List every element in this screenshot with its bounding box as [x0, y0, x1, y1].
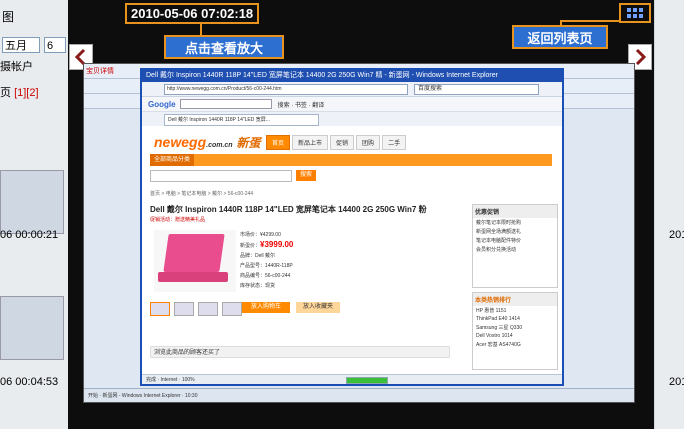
page-numbers[interactable]: [1][2]	[14, 87, 38, 99]
newegg-logo[interactable]: newegg.com.cn 新蛋	[154, 134, 260, 151]
product-price: ¥3999.00	[260, 240, 294, 249]
google-label: Google	[148, 99, 176, 109]
chevron-right-icon	[635, 49, 646, 65]
rank-item[interactable]: HP 惠普 1151	[473, 306, 557, 315]
background-time: 06 00:04:53	[0, 376, 59, 388]
site-search: 搜索	[150, 170, 552, 182]
page-nav: 页 [1][2]	[0, 84, 39, 100]
load-progress	[346, 377, 388, 384]
browser-tab[interactable]: Dell 戴尔 Inspiron 1440R 118P 14"LED 宽屏...	[164, 114, 319, 126]
timestamp-label: 2010-05-06 07:02:18	[125, 3, 260, 24]
site-nav-item[interactable]: 二手	[382, 135, 407, 150]
product-thumbnail[interactable]	[198, 302, 218, 316]
background-time: 06 00:00:21	[0, 229, 59, 241]
day-select[interactable]: 6	[44, 37, 66, 53]
site-search-input[interactable]	[150, 170, 292, 182]
page-label: 页	[0, 87, 11, 99]
add-to-cart-button[interactable]: 放入购物车	[242, 302, 290, 313]
toolbar-text: 搜索 · 书签 · 翻译	[277, 102, 325, 109]
google-toolbar: Google 搜索 · 书签 · 翻译	[142, 97, 562, 112]
zoom-hint-callout: 点击查看放大	[164, 35, 284, 59]
site-nav-item[interactable]: 促销	[330, 135, 355, 150]
product-title: Dell 戴尔 Inspiron 1440R 118P 14"LED 宽屏笔记本…	[150, 205, 427, 214]
background-right-panel: 201 201	[654, 0, 684, 429]
promo-box: 优惠促销 戴尔笔记本限时抢购 新蛋网全场满额送礼 笔记本电脑配件特价 会员积分兑…	[472, 204, 558, 288]
background-left-panel: 图 五月 6 摄帐户 页 [1][2] 06 00:00:21 06 00:04…	[0, 0, 69, 429]
promo-item[interactable]: 戴尔笔记本限时抢购	[473, 218, 557, 227]
month-select[interactable]: 五月	[2, 37, 40, 53]
callout-leader	[560, 20, 620, 22]
add-to-favorites-button[interactable]: 放入收藏夹	[296, 302, 340, 313]
site-nav-item[interactable]: 首页	[266, 135, 291, 150]
breadcrumb: 首页 > 电脑 > 笔记本电脑 > 戴尔 > 56-c00-244	[150, 191, 254, 197]
address-bar-row: http://www.newegg.com.cn/Product/56-c00-…	[142, 82, 562, 97]
product-thumbnail[interactable]	[174, 302, 194, 316]
category-bar: 全部商品分类	[150, 154, 552, 166]
rank-item[interactable]: Acer 宏基 AS4740G	[473, 340, 557, 349]
account-label: 摄帐户	[0, 61, 33, 73]
product-thumbnails	[150, 302, 246, 316]
browser-status-bar: 完成 · Internet · 100%	[142, 374, 562, 384]
product-thumbnail[interactable]	[150, 302, 170, 316]
grid-icon	[627, 8, 643, 18]
promo-item[interactable]: 会员积分兑换活动	[473, 245, 557, 254]
promo-item[interactable]: 笔记本电脑配件特价	[473, 236, 557, 245]
promo-item[interactable]: 新蛋网全场满额送礼	[473, 227, 557, 236]
back-to-list-button[interactable]	[619, 3, 651, 23]
browser-title: Dell 戴尔 Inspiron 1440R 118P 14"LED 宽屏笔记本…	[142, 70, 562, 82]
product-specs: 市场价：¥4299.00 新蛋价：¥3999.00 品牌：Dell 戴尔 产品型…	[240, 232, 294, 289]
site-search-button[interactable]: 搜索	[296, 170, 316, 181]
browser-window: Dell 戴尔 Inspiron 1440R 118P 14"LED 宽屏笔记本…	[140, 68, 564, 386]
rank-item[interactable]: Samsung 三星 Q330	[473, 323, 557, 332]
windows-taskbar: 开始 · 新蛋网 - Windows Internet Explorer · 1…	[84, 388, 634, 402]
newegg-page: newegg.com.cn 新蛋 首页 新品上市 促销 团购 二手 全部商品分类…	[142, 126, 562, 372]
background-year: 201	[669, 376, 684, 388]
product-subtitle: 促销活动：赠送精美礼品	[150, 217, 206, 223]
google-search-input[interactable]	[179, 99, 272, 109]
browser-search-input[interactable]: 百度搜索	[414, 83, 539, 95]
recent-section-header: 浏览此商品的顾客还买了	[150, 346, 450, 358]
background-thumbnail[interactable]	[0, 170, 64, 234]
product-image[interactable]	[154, 230, 236, 292]
background-year: 201	[669, 229, 684, 241]
rank-box: 本类热销排行 HP 惠普 1151 ThinkPad E40 1414 Sams…	[472, 292, 558, 370]
category-button[interactable]: 全部商品分类	[150, 154, 195, 166]
back-to-list-callout: 返回列表页	[512, 25, 608, 49]
site-nav: 首页 新品上市 促销 团购 二手	[266, 135, 408, 150]
rank-item[interactable]: ThinkPad E40 1414	[473, 315, 557, 323]
background-thumbnail[interactable]	[0, 296, 64, 360]
address-input[interactable]: http://www.newegg.com.cn/Product/56-c00-…	[164, 83, 408, 95]
enlarged-screenshot[interactable]: 宝贝详情 Dell 戴尔 Inspiron 1440R 118P 14"LED …	[83, 63, 635, 403]
site-nav-item[interactable]: 团购	[356, 135, 381, 150]
site-nav-item[interactable]: 新品上市	[292, 135, 329, 150]
rank-item[interactable]: Dell Vostro 1014	[473, 332, 557, 340]
background-title: 图	[2, 10, 15, 24]
product-thumbnail[interactable]	[222, 302, 242, 316]
tab-strip: Dell 戴尔 Inspiron 1440R 118P 14"LED 宽屏...	[142, 112, 562, 127]
